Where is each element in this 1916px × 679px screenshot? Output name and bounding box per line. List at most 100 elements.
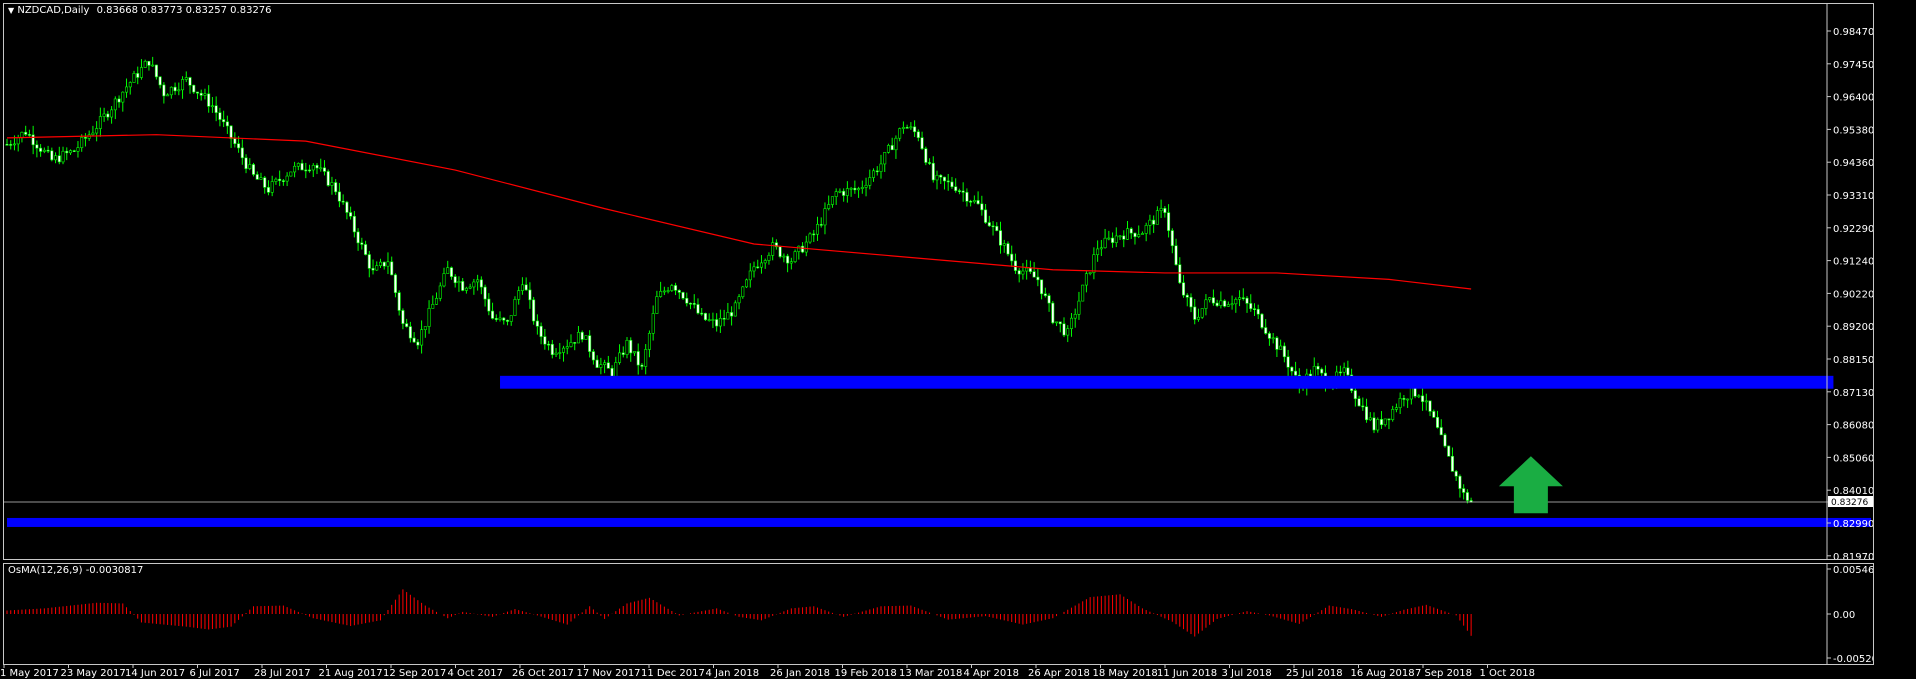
candle-body bbox=[375, 265, 379, 271]
osma-histogram bbox=[6, 589, 1472, 637]
main-chart-panel[interactable]: 0.98470 0.97450 0.96400 0.95380 0.94360 0.933… bbox=[3, 3, 1874, 560]
candle-body bbox=[322, 167, 326, 172]
candle-body bbox=[1432, 411, 1436, 418]
candle-body bbox=[91, 132, 95, 136]
candle-body bbox=[1338, 371, 1342, 374]
candle-body bbox=[1148, 219, 1152, 226]
candle-body bbox=[748, 270, 752, 281]
candle-body bbox=[576, 331, 580, 344]
price-tick-label: 0.84010 bbox=[1833, 486, 1873, 497]
candle-body bbox=[752, 266, 756, 272]
candle-body bbox=[192, 84, 196, 93]
candle-body bbox=[1421, 395, 1425, 402]
candle-body bbox=[386, 261, 390, 267]
price-tick-label: 0.88150 bbox=[1833, 355, 1873, 366]
candle-body bbox=[685, 297, 689, 304]
candle-body bbox=[868, 177, 872, 186]
candle-body bbox=[834, 191, 838, 197]
price-chart[interactable]: 0.98470 0.97450 0.96400 0.95380 0.94360 0.933… bbox=[4, 4, 1873, 559]
candle-body bbox=[405, 323, 409, 327]
candle-body bbox=[1002, 243, 1006, 246]
osma-header: OsMA(12,26,9) -0.0030817 bbox=[8, 565, 144, 576]
candle-body bbox=[1013, 260, 1017, 271]
candle-body bbox=[326, 171, 330, 186]
candle-body bbox=[1193, 306, 1197, 320]
candle-body bbox=[916, 131, 920, 138]
candle-body bbox=[222, 119, 226, 123]
candle-body bbox=[655, 296, 659, 314]
symbol-label: NZDCAD,Daily bbox=[17, 5, 90, 16]
candle-body bbox=[479, 279, 483, 288]
candle-body bbox=[562, 347, 566, 353]
candle-body bbox=[969, 201, 973, 203]
candle-body bbox=[1025, 267, 1029, 272]
candle-body bbox=[337, 191, 341, 202]
candle-body bbox=[31, 134, 35, 146]
candle-body bbox=[666, 290, 670, 292]
candle-body bbox=[136, 73, 140, 78]
candle-body bbox=[143, 60, 147, 68]
candle-body bbox=[1043, 293, 1047, 296]
candle-body bbox=[1047, 295, 1051, 304]
candle-body bbox=[946, 180, 950, 183]
current-price-tag-label: 0.83276 bbox=[1831, 498, 1868, 508]
candle-body bbox=[1230, 303, 1234, 306]
candle-body bbox=[629, 340, 633, 354]
candle-body bbox=[1159, 208, 1163, 212]
candle-body bbox=[293, 165, 297, 173]
candle-body bbox=[532, 299, 536, 322]
candle-body bbox=[1241, 297, 1245, 299]
candle-body bbox=[244, 157, 248, 169]
candle-body bbox=[121, 91, 125, 103]
chart-menu-icon[interactable]: ▼ bbox=[8, 6, 14, 15]
candle-body bbox=[1398, 398, 1402, 408]
candle-body bbox=[1409, 387, 1413, 400]
candle-body bbox=[741, 286, 745, 298]
price-tick-label: 0.85060 bbox=[1833, 453, 1873, 464]
up-arrow-icon bbox=[1498, 456, 1563, 514]
candle-body bbox=[771, 242, 775, 256]
candle-body bbox=[756, 266, 760, 269]
price-tick-label: 0.90220 bbox=[1833, 289, 1873, 300]
candle-body bbox=[898, 128, 902, 139]
time-tick-label: 11 Jun 2018 bbox=[1157, 668, 1217, 679]
candle-body bbox=[401, 310, 405, 324]
candle-body bbox=[210, 105, 214, 108]
candle-body bbox=[1196, 316, 1200, 320]
support-zone-1 bbox=[500, 375, 1834, 389]
candle-body bbox=[1275, 337, 1279, 350]
time-tick-label: 18 May 2018 bbox=[1093, 668, 1158, 679]
candle-body bbox=[849, 187, 853, 190]
osma-chart[interactable]: 0.005467 0.00 -0.005209 bbox=[4, 564, 1873, 664]
candle-body bbox=[1271, 337, 1275, 340]
candle-body bbox=[65, 150, 69, 154]
osma-indicator-panel[interactable]: 0.005467 0.00 -0.005209 OsMA(12,26,9) -0.0… bbox=[3, 563, 1874, 665]
candle-body bbox=[980, 203, 984, 211]
candle-body bbox=[1211, 297, 1215, 304]
candle-body bbox=[371, 268, 375, 271]
candle-body bbox=[1264, 327, 1268, 334]
candle-body bbox=[248, 164, 252, 169]
candle-body bbox=[1260, 313, 1264, 328]
candle-body bbox=[603, 362, 607, 365]
candle-body bbox=[412, 337, 416, 343]
candle-body bbox=[1137, 234, 1141, 237]
candle-body bbox=[1447, 445, 1451, 457]
candle-body bbox=[804, 241, 808, 253]
candle-body bbox=[1361, 405, 1365, 408]
candle-body bbox=[745, 279, 749, 288]
candle-body bbox=[1032, 271, 1036, 278]
time-tick-label: 4 Apr 2018 bbox=[964, 668, 1019, 679]
candle-body bbox=[554, 352, 558, 356]
candle-body bbox=[1028, 267, 1032, 272]
candle-body bbox=[924, 148, 928, 163]
candle-body bbox=[793, 251, 797, 262]
candle-body bbox=[539, 325, 543, 337]
candle-body bbox=[106, 113, 110, 118]
candle-body bbox=[1383, 418, 1387, 426]
candle-body bbox=[1342, 367, 1346, 373]
candle-body bbox=[700, 312, 704, 315]
candle-body bbox=[464, 287, 468, 291]
candle-body bbox=[139, 67, 143, 78]
candle-body bbox=[614, 362, 618, 378]
